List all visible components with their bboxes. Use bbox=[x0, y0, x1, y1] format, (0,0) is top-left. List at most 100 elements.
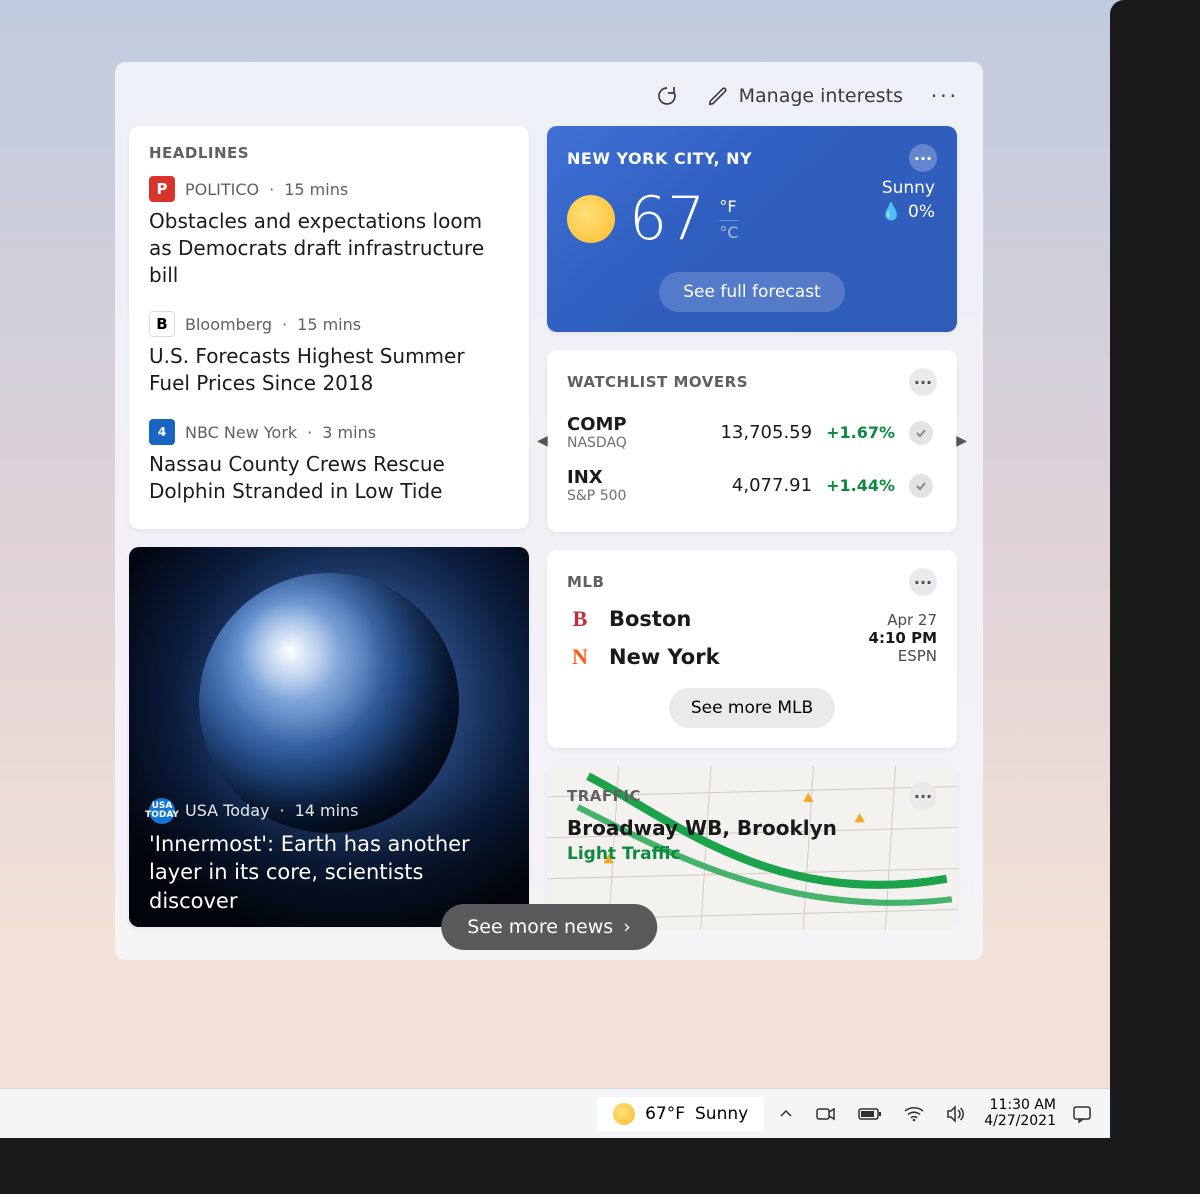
watchlist-symbol: COMP bbox=[567, 414, 706, 435]
headline-source-row: P POLITICO · 15 mins bbox=[149, 176, 509, 202]
sun-icon bbox=[567, 195, 615, 243]
mlb-time: 4:10 PM bbox=[869, 629, 937, 647]
see-more-news-button[interactable]: See more news › bbox=[441, 904, 657, 950]
traffic-overlay: TRAFFIC ··· Broadway WB, Brooklyn Light … bbox=[567, 782, 937, 864]
headline-source-row: B Bloomberg · 15 mins bbox=[149, 311, 509, 337]
weather-location: NEW YORK CITY, NY bbox=[567, 149, 752, 168]
battery-icon[interactable] bbox=[858, 1107, 882, 1121]
traffic-more-button[interactable]: ··· bbox=[909, 782, 937, 810]
manage-interests-label: Manage interests bbox=[739, 85, 903, 107]
mets-icon: N bbox=[567, 644, 593, 670]
see-more-mlb-button[interactable]: See more MLB bbox=[669, 688, 835, 728]
mlb-matchup[interactable]: B Boston N New York Apr 27 4:10 PM ESPN bbox=[567, 606, 937, 670]
see-forecast-button[interactable]: See full forecast bbox=[659, 272, 844, 312]
taskbar-weather-button[interactable]: 67°F Sunny bbox=[597, 1097, 764, 1131]
mlb-team-row: N New York bbox=[567, 644, 720, 670]
headlines-card: HEADLINES P POLITICO · 15 mins Obstacles… bbox=[129, 126, 529, 529]
mlb-more-button[interactable]: ··· bbox=[909, 568, 937, 596]
headline-age: 15 mins bbox=[284, 180, 348, 199]
dots-icon: ··· bbox=[914, 373, 932, 392]
headline-source-row: 4 NBC New York · 3 mins bbox=[149, 419, 509, 445]
photo-source: USA Today bbox=[185, 801, 269, 820]
watchlist-row[interactable]: COMP NASDAQ 13,705.59 +1.67% bbox=[567, 406, 937, 459]
headline-item[interactable]: B Bloomberg · 15 mins U.S. Forecasts Hig… bbox=[149, 311, 509, 397]
mlb-date: Apr 27 bbox=[869, 611, 937, 629]
headline-item[interactable]: P POLITICO · 15 mins Obstacles and expec… bbox=[149, 176, 509, 289]
unit-f[interactable]: °F bbox=[719, 197, 738, 216]
taskbar-condition: Sunny bbox=[695, 1104, 748, 1124]
mlb-teams: B Boston N New York bbox=[567, 606, 720, 670]
headline-item[interactable]: 4 NBC New York · 3 mins Nassau County Cr… bbox=[149, 419, 509, 505]
dots-icon: ··· bbox=[914, 573, 932, 592]
headline-title: Obstacles and expectations loom as Democ… bbox=[149, 208, 509, 289]
unit-c[interactable]: °C bbox=[719, 220, 738, 242]
condition-text: Sunny bbox=[881, 178, 935, 198]
photo-age: 14 mins bbox=[295, 801, 359, 820]
headline-source: Bloomberg bbox=[185, 315, 272, 334]
more-options-button[interactable]: ··· bbox=[931, 84, 959, 108]
watchlist-change: +1.44% bbox=[826, 476, 895, 495]
headlines-title: HEADLINES bbox=[149, 144, 509, 162]
watchlist-symbol: INX bbox=[567, 467, 718, 488]
watchlist-price: 4,077.91 bbox=[732, 475, 812, 496]
weather-temp: 67 bbox=[629, 184, 705, 254]
weather-more-button[interactable]: ··· bbox=[909, 144, 937, 172]
mlb-title: MLB bbox=[567, 573, 604, 591]
tray-chevron-up-icon[interactable] bbox=[778, 1106, 794, 1122]
volume-icon[interactable] bbox=[946, 1105, 966, 1123]
watchlist-row[interactable]: INX S&P 500 4,077.91 +1.44% bbox=[567, 459, 937, 512]
dots-icon: ··· bbox=[914, 787, 932, 806]
watchlist-next-button[interactable]: ▶ bbox=[956, 433, 967, 449]
news-interests-panel: Manage interests ··· HEADLINES P POLITIC… bbox=[115, 62, 983, 960]
sun-icon bbox=[613, 1103, 635, 1125]
taskbar-tray bbox=[778, 1105, 966, 1123]
mlb-network: ESPN bbox=[869, 647, 937, 665]
politico-icon: P bbox=[149, 176, 175, 202]
dots-icon: ··· bbox=[914, 149, 932, 168]
watchlist-more-button[interactable]: ··· bbox=[909, 368, 937, 396]
wifi-icon[interactable] bbox=[904, 1106, 924, 1122]
weather-card[interactable]: NEW YORK CITY, NY ··· 67 °F °C Sunny bbox=[547, 126, 957, 332]
mlb-team-row: B Boston bbox=[567, 606, 720, 632]
watchlist-prev-button[interactable]: ◀ bbox=[537, 433, 548, 449]
taskbar-time: 11:30 AM bbox=[984, 1098, 1056, 1113]
watchlist-name: S&P 500 bbox=[567, 488, 718, 504]
panel-columns: HEADLINES P POLITICO · 15 mins Obstacles… bbox=[129, 126, 969, 948]
refresh-button[interactable] bbox=[655, 84, 679, 108]
photo-story-card[interactable]: USATODAY USA Today · 14 mins 'Innermost'… bbox=[129, 547, 529, 927]
headline-source: NBC New York bbox=[185, 423, 297, 442]
photo-source-row: USATODAY USA Today · 14 mins bbox=[149, 798, 509, 824]
refresh-icon bbox=[655, 84, 679, 108]
mlb-team-name: Boston bbox=[609, 607, 691, 631]
dot-sep: · bbox=[282, 315, 287, 334]
watchlist-title: WATCHLIST MOVERS bbox=[567, 373, 748, 391]
notifications-icon[interactable] bbox=[1072, 1104, 1092, 1124]
nbc-icon: 4 bbox=[149, 419, 175, 445]
panel-toolbar: Manage interests ··· bbox=[129, 76, 969, 126]
watchlist-check-icon[interactable] bbox=[909, 474, 933, 498]
traffic-status: Light Traffic bbox=[567, 844, 937, 864]
taskbar-clock[interactable]: 11:30 AM 4/27/2021 bbox=[984, 1098, 1056, 1129]
traffic-card[interactable]: TRAFFIC ··· Broadway WB, Brooklyn Light … bbox=[547, 766, 957, 916]
dot-sep: · bbox=[279, 801, 284, 820]
traffic-location: Broadway WB, Brooklyn bbox=[567, 816, 937, 840]
bloomberg-icon: B bbox=[149, 311, 175, 337]
headline-title: Nassau County Crews Rescue Dolphin Stran… bbox=[149, 451, 509, 505]
mlb-team-name: New York bbox=[609, 645, 720, 669]
taskbar-temp: 67°F bbox=[645, 1104, 685, 1124]
watchlist-change: +1.67% bbox=[826, 423, 895, 442]
right-column: NEW YORK CITY, NY ··· 67 °F °C Sunny bbox=[547, 126, 957, 948]
chevron-right-icon: › bbox=[623, 916, 631, 938]
usa-today-icon: USATODAY bbox=[149, 798, 175, 824]
watchlist-check-icon[interactable] bbox=[909, 421, 933, 445]
mlb-meta: Apr 27 4:10 PM ESPN bbox=[869, 611, 937, 665]
manage-interests-button[interactable]: Manage interests bbox=[707, 85, 903, 107]
headline-age: 3 mins bbox=[322, 423, 376, 442]
headline-title: U.S. Forecasts Highest Summer Fuel Price… bbox=[149, 343, 509, 397]
left-column: HEADLINES P POLITICO · 15 mins Obstacles… bbox=[129, 126, 529, 948]
watchlist-card: ◀ ▶ WATCHLIST MOVERS ··· COMP NASDAQ 13,… bbox=[547, 350, 957, 532]
weather-header: NEW YORK CITY, NY ··· bbox=[567, 144, 937, 172]
meet-now-icon[interactable] bbox=[816, 1106, 836, 1122]
mlb-card: MLB ··· B Boston N New York bbox=[547, 550, 957, 748]
dot-sep: · bbox=[269, 180, 274, 199]
